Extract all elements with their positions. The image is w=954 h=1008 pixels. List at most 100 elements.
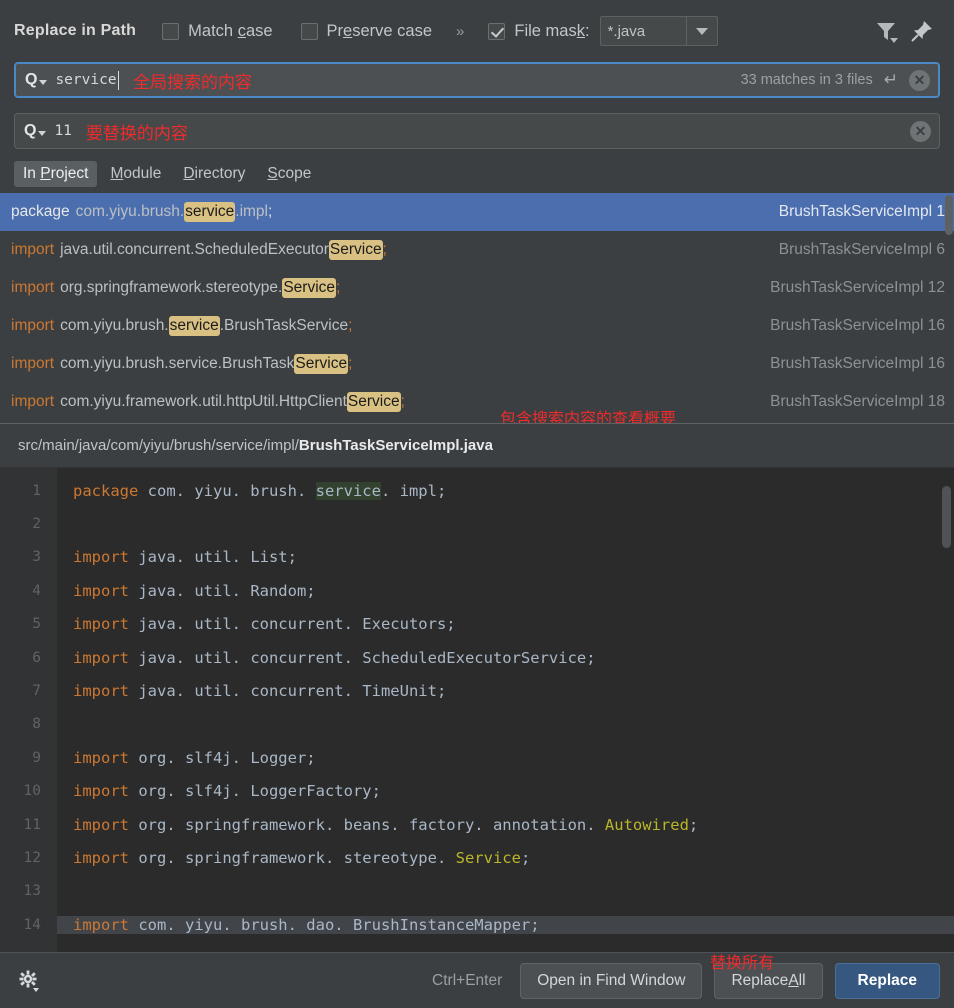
code-line-number: 2 [0, 516, 57, 532]
search-input[interactable]: service [55, 72, 116, 88]
pin-icon[interactable] [904, 13, 940, 49]
replace-field-status: ✕ [910, 121, 931, 142]
preserve-case-box[interactable] [301, 23, 318, 40]
result-row-text: importcom.yiyu.brush.service.BrushTaskSe… [11, 354, 352, 374]
scope-tab-module[interactable]: Module [101, 161, 170, 187]
preview-path-prefix: src/main/java/com/yiyu/brush/service/imp… [18, 437, 299, 454]
code-line: 12import org. springframework. stereotyp… [0, 841, 954, 874]
code-line: 3import java. util. List; [0, 541, 954, 574]
code-line-text [57, 715, 73, 733]
match-case-label: Match case [188, 22, 272, 41]
code-line-number: 8 [0, 716, 57, 732]
match-case-box[interactable] [162, 23, 179, 40]
options-toolbar: Replace in Path Match case Preserve case… [0, 0, 954, 62]
file-mask-box[interactable] [488, 23, 505, 40]
filter-icon[interactable] [868, 13, 904, 49]
code-line-number: 14 [0, 917, 57, 933]
result-row[interactable]: importcom.yiyu.brush.service.BrushTaskSe… [0, 307, 954, 345]
replace-in-path-dialog: Replace in Path Match case Preserve case… [0, 0, 954, 1008]
replace-history-icon[interactable]: Q [24, 123, 46, 139]
file-mask-combo[interactable]: *.java [600, 16, 718, 46]
search-field-status: 33 matches in 3 files ↵ ✕ [741, 70, 930, 91]
code-line: 7import java. util. concurrent. TimeUnit… [0, 674, 954, 707]
replace-button[interactable]: Replace [835, 963, 940, 999]
code-line-text [57, 882, 73, 900]
result-row-location: BrushTaskServiceImpl 16 [754, 317, 945, 335]
code-line-number: 1 [0, 483, 57, 499]
file-mask-label: File mask: [514, 22, 589, 41]
file-mask-dropdown-arrow-icon[interactable] [686, 16, 718, 46]
code-line: 9import org. slf4j. Logger; [0, 741, 954, 774]
result-row-location: BrushTaskServiceImpl 18 [754, 393, 945, 411]
search-field[interactable]: Q service 全局搜索的内容 33 matches in 3 files … [14, 62, 940, 98]
code-line-number: 13 [0, 883, 57, 899]
code-scrollbar[interactable] [942, 486, 951, 548]
result-row-location: BrushTaskServiceImpl 16 [754, 355, 945, 373]
code-line-number: 9 [0, 750, 57, 766]
open-in-find-window-button[interactable]: Open in Find Window [520, 963, 702, 999]
clear-replace-icon[interactable]: ✕ [910, 121, 931, 142]
enter-arrow-icon[interactable]: ↵ [884, 70, 898, 90]
code-line-number: 10 [0, 783, 57, 799]
search-fields: Q service 全局搜索的内容 33 matches in 3 files … [0, 62, 954, 149]
shortcut-hint: Ctrl+Enter [432, 972, 502, 990]
code-line: 6import java. util. concurrent. Schedule… [0, 641, 954, 674]
clear-search-icon[interactable]: ✕ [909, 70, 930, 91]
result-row[interactable]: packagecom.yiyu.brush.service.impl; Brush… [0, 193, 954, 231]
code-line-number: 5 [0, 616, 57, 632]
result-row[interactable]: importcom.yiyu.framework.util.httpUtil.H… [0, 383, 954, 421]
results-scrollbar[interactable] [945, 195, 953, 235]
scope-tab-in-project[interactable]: In Project [14, 161, 97, 187]
match-case-checkbox[interactable]: Match case [162, 22, 272, 41]
scope-tabs: In ProjectModuleDirectoryScope [0, 149, 954, 193]
code-line-text: import com. yiyu. brush. dao. BrushInsta… [57, 916, 540, 934]
result-row-text: importcom.yiyu.brush.service.BrushTaskSe… [11, 316, 352, 336]
result-row-text: importcom.yiyu.framework.util.httpUtil.H… [11, 392, 405, 412]
scope-tab-directory[interactable]: Directory [174, 161, 254, 187]
code-line-text: import java. util. concurrent. TimeUnit; [57, 682, 446, 700]
preserve-case-checkbox[interactable]: Preserve case [301, 22, 432, 41]
preview-file-path[interactable]: src/main/java/com/yiyu/brush/service/imp… [0, 424, 954, 468]
code-line-text: import org. slf4j. LoggerFactory; [57, 782, 381, 800]
code-line: 4import java. util. Random; [0, 574, 954, 607]
code-line: 11import org. springframework. beans. fa… [0, 808, 954, 841]
code-line-text: import java. util. Random; [57, 582, 316, 600]
result-row-location: BrushTaskServiceImpl 12 [754, 279, 945, 297]
code-line: 2 [0, 507, 954, 540]
gear-icon[interactable] [16, 968, 42, 994]
code-line-number: 7 [0, 683, 57, 699]
code-line-text: import org. springframework. stereotype.… [57, 849, 530, 867]
bottom-annotation: 替换所有 [710, 949, 774, 973]
more-options-chevrons-icon[interactable]: » [456, 23, 464, 40]
code-line: 13 [0, 875, 954, 908]
code-line-number: 12 [0, 850, 57, 866]
result-row-text: importorg.springframework.stereotype.Ser… [11, 278, 340, 298]
result-row-text: packagecom.yiyu.brush.service.impl; [11, 202, 272, 222]
code-line-text [57, 515, 73, 533]
code-line-number: 4 [0, 583, 57, 599]
preview-pane: src/main/java/com/yiyu/brush/service/imp… [0, 423, 954, 952]
results-list[interactable]: packagecom.yiyu.brush.service.impl; Brush… [0, 193, 954, 423]
result-row-location: BrushTaskServiceImpl 6 [763, 241, 945, 259]
code-preview[interactable]: 1package com. yiyu. brush. service. impl… [0, 468, 954, 952]
preview-path-filename: BrushTaskServiceImpl.java [299, 437, 493, 454]
search-history-icon[interactable]: Q [25, 72, 47, 88]
replace-field[interactable]: Q 11 要替换的内容 ✕ [14, 113, 940, 149]
file-mask-input[interactable]: *.java [600, 16, 686, 46]
dialog-title: Replace in Path [14, 22, 136, 40]
text-caret [118, 71, 120, 90]
result-row-location: BrushTaskServiceImpl 1 [763, 203, 945, 221]
preserve-case-label: Preserve case [327, 22, 432, 41]
code-line-number: 6 [0, 650, 57, 666]
replace-input[interactable]: 11 [54, 123, 71, 139]
code-line: 1package com. yiyu. brush. service. impl… [0, 474, 954, 507]
scope-tab-scope[interactable]: Scope [258, 161, 320, 187]
result-row[interactable]: importjava.util.concurrent.ScheduledExec… [0, 231, 954, 269]
file-mask-checkbox[interactable]: File mask: [488, 22, 589, 41]
code-line-text: import org. springframework. beans. fact… [57, 816, 698, 834]
search-annotation: 全局搜索的内容 [133, 68, 252, 93]
result-row[interactable]: importorg.springframework.stereotype.Ser… [0, 269, 954, 307]
code-line-text: import java. util. concurrent. Scheduled… [57, 649, 596, 667]
result-row[interactable]: importcom.yiyu.brush.service.BrushTaskSe… [0, 345, 954, 383]
code-line-number: 3 [0, 549, 57, 565]
